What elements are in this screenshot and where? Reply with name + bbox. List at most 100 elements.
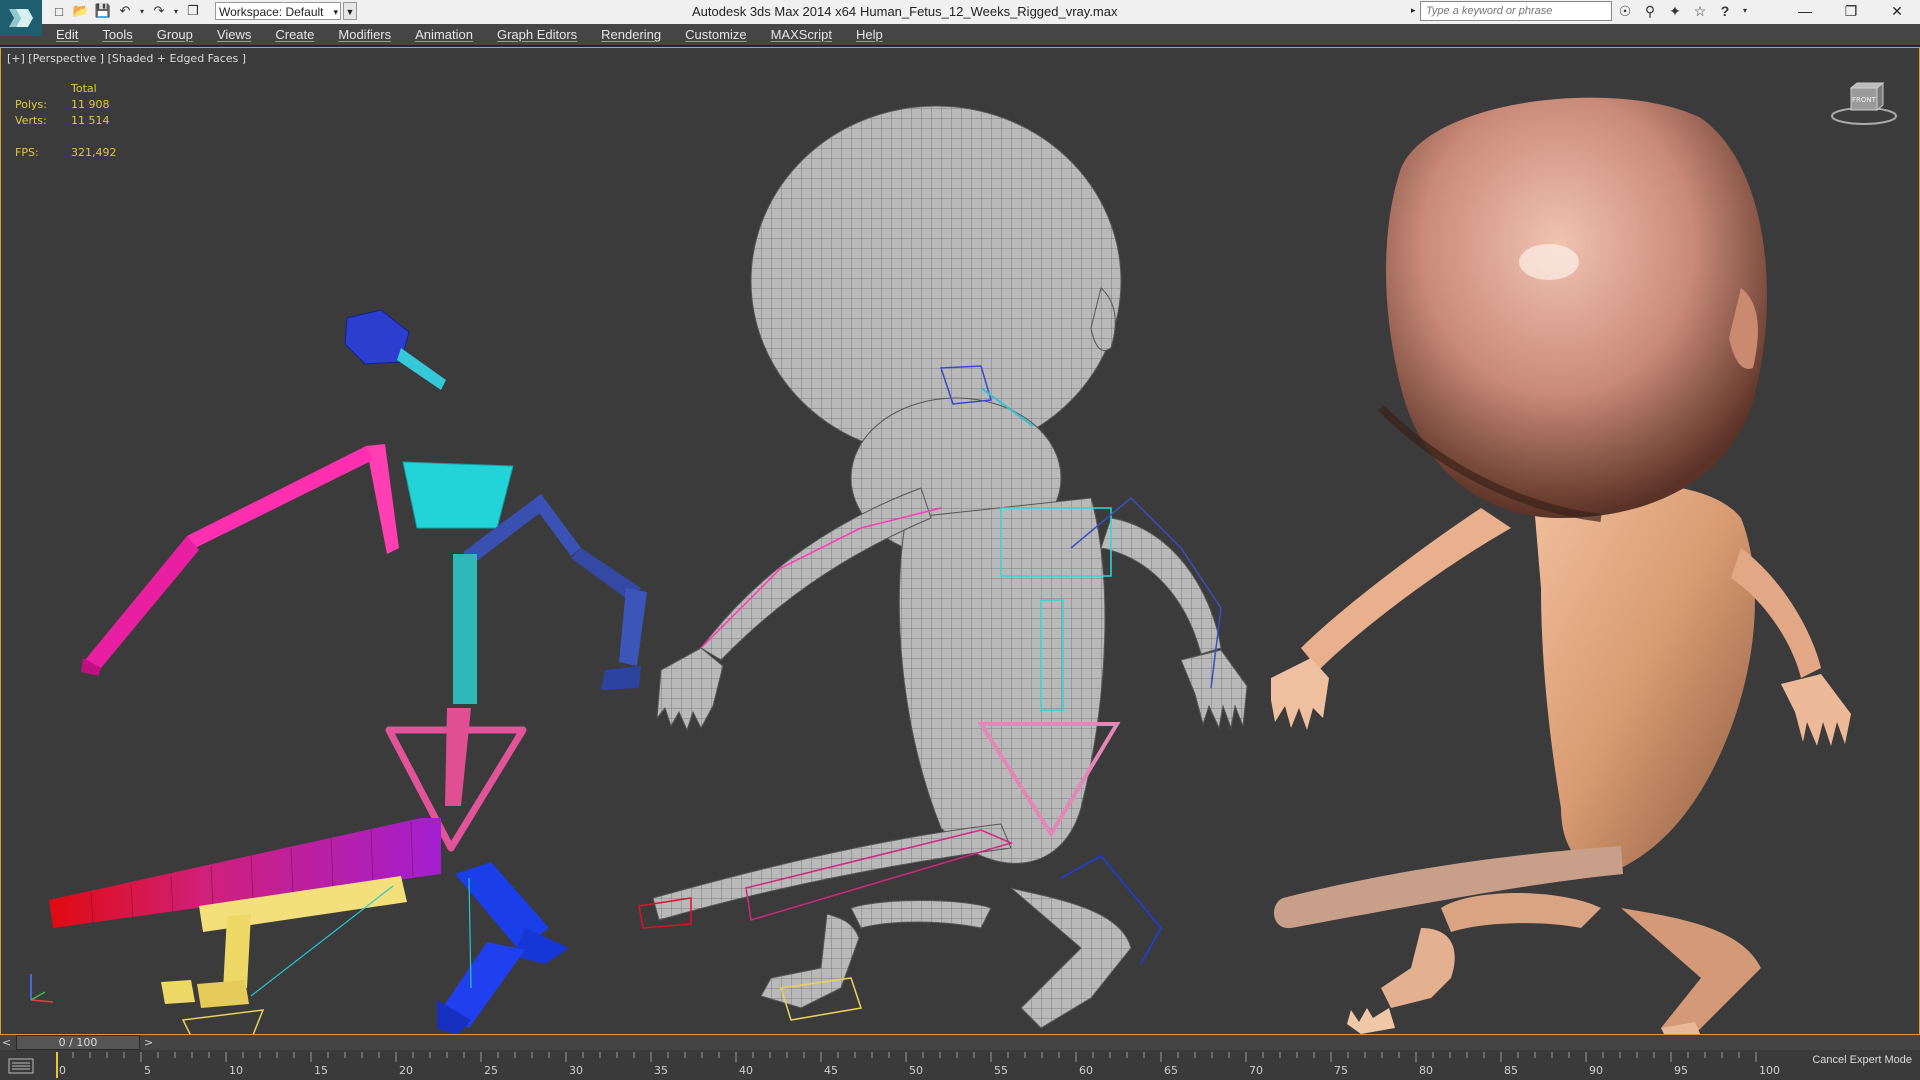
time-next-button[interactable]: > <box>144 1035 156 1050</box>
viewport-statistics: Total Polys: 11 908 Verts: 11 514 FPS: 321,… <box>15 81 117 161</box>
menu-maxscript[interactable]: MAXScript <box>771 27 832 42</box>
timeline-tick-label: 50 <box>909 1064 923 1077</box>
wireframe-thigh-left[interactable] <box>850 900 992 929</box>
new-file-icon[interactable]: □ <box>50 2 68 20</box>
menu-animation[interactable]: Animation <box>415 27 473 42</box>
neck-bone-head[interactable] <box>397 348 446 390</box>
app-logo-button[interactable] <box>0 0 42 36</box>
timeline-tick-label: 20 <box>399 1064 413 1077</box>
current-frame-marker[interactable] <box>56 1052 58 1078</box>
project-folder-icon[interactable]: ❐ <box>184 2 202 20</box>
timeline-tick-label: 75 <box>1334 1064 1348 1077</box>
toe-bone-left[interactable] <box>161 980 195 1004</box>
upper-arm-bone-right[interactable] <box>531 494 581 556</box>
viewcube[interactable]: FRONT <box>1829 78 1899 128</box>
menu-customize[interactable]: Customize <box>685 27 746 42</box>
shaded-hand-left[interactable] <box>1271 658 1329 730</box>
menu-views[interactable]: Views <box>217 27 251 42</box>
binoculars-icon[interactable]: ☉ <box>1616 2 1634 20</box>
minimize-button[interactable]: — <box>1782 0 1828 24</box>
hand-bone-right[interactable] <box>601 666 641 690</box>
wireframe-mesh[interactable] <box>638 105 1248 1034</box>
help-icon[interactable]: ? <box>1716 2 1734 20</box>
title-bar: □ 📂 💾 ↶ ▾ ↷ ▾ ❐ Workspace: Default ▾ ▼ A… <box>0 0 1920 36</box>
polys-label: Polys: <box>15 98 47 111</box>
forearm-bone-left[interactable] <box>187 446 373 550</box>
spine-bone[interactable] <box>453 554 477 704</box>
timeline-tick-label: 85 <box>1504 1064 1518 1077</box>
axis-tripod <box>25 968 65 1011</box>
chest-bone[interactable] <box>402 461 514 529</box>
time-prev-button[interactable]: < <box>2 1035 14 1050</box>
close-button[interactable]: ✕ <box>1874 0 1920 24</box>
axis-tripod-icon <box>30 974 54 1003</box>
shaded-torso[interactable] <box>1531 468 1755 870</box>
shaded-hand-right[interactable] <box>1781 674 1851 746</box>
help-dropdown-icon[interactable]: ▾ <box>1741 2 1749 20</box>
foot-helper-left[interactable] <box>181 1009 265 1034</box>
menu-tools[interactable]: Tools <box>102 27 132 42</box>
redo-icon[interactable]: ↷ <box>150 2 168 20</box>
viewport-scene[interactable] <box>1 48 1919 1034</box>
star-icon[interactable]: ☆ <box>1691 2 1709 20</box>
timeline-tick-label: 70 <box>1249 1064 1263 1077</box>
satellite-icon[interactable]: ✦ <box>1666 2 1684 20</box>
perspective-viewport[interactable]: [+] [Perspective ] [Shaded + Edged Faces… <box>0 47 1920 1035</box>
timeline-tick-label: 15 <box>314 1064 328 1077</box>
menu-help[interactable]: Help <box>856 27 883 42</box>
shin-bone-left[interactable] <box>223 914 251 990</box>
shaded-leg-right[interactable] <box>1621 908 1761 1034</box>
head-highlight <box>1519 244 1579 280</box>
shaded-model[interactable] <box>1271 97 1851 1034</box>
menu-graph-editors[interactable]: Graph Editors <box>497 27 577 42</box>
wireframe-arm-right[interactable] <box>1100 517 1222 655</box>
shaded-leg-left[interactable] <box>1381 928 1455 1008</box>
time-slider[interactable]: 0 / 100 <box>16 1035 140 1050</box>
timeline-tick-label: 45 <box>824 1064 838 1077</box>
mini-curve-editor-icon[interactable] <box>8 1058 34 1074</box>
open-file-icon[interactable]: 📂 <box>72 2 90 20</box>
menu-create[interactable]: Create <box>275 27 314 42</box>
timeline-tick-label: 10 <box>229 1064 243 1077</box>
forearm-bone-right[interactable] <box>619 588 647 666</box>
timeline-tick-label: 80 <box>1419 1064 1433 1077</box>
polys-value: 11 908 <box>71 98 110 111</box>
timeline-tick-label: 100 <box>1759 1064 1780 1077</box>
menu-group[interactable]: Group <box>157 27 193 42</box>
menu-modifiers[interactable]: Modifiers <box>338 27 391 42</box>
expand-search-icon[interactable]: ▸ <box>1411 5 1416 16</box>
menu-bar: Edit Tools Group Views Create Modifiers … <box>0 24 1920 46</box>
customize-quick-access-button[interactable]: ▼ <box>343 2 357 20</box>
bone-rig[interactable] <box>49 309 647 1034</box>
key-icon[interactable]: ⚲ <box>1641 2 1659 20</box>
timeline-tick-label: 55 <box>994 1064 1008 1077</box>
menu-edit[interactable]: Edit <box>56 27 78 42</box>
wireframe-leg-left[interactable] <box>760 913 860 1009</box>
restore-button[interactable]: ❐ <box>1828 0 1874 24</box>
wireframe-arm-left[interactable] <box>700 487 932 661</box>
menu-rendering[interactable]: Rendering <box>601 27 661 42</box>
workspace-dropdown[interactable]: Workspace: Default ▾ <box>215 2 341 20</box>
viewcube-face-label: FRONT <box>1852 96 1877 104</box>
search-input[interactable] <box>1421 2 1611 20</box>
workspace-label: Workspace: Default <box>219 5 324 19</box>
app-title: Autodesk 3ds Max 2014 x64 <box>692 4 857 19</box>
wireframe-torso[interactable] <box>898 497 1106 864</box>
save-icon[interactable]: 💾 <box>94 2 112 20</box>
file-title: Human_Fetus_12_Weeks_Rigged_vray.max <box>860 4 1118 19</box>
spine-lower-bone[interactable] <box>445 708 471 806</box>
timeline-tick-label: 0 <box>59 1064 66 1077</box>
wireframe-hand-left[interactable] <box>656 647 724 732</box>
cancel-expert-mode-button[interactable]: Cancel Expert Mode <box>1812 1054 1912 1066</box>
viewport-label[interactable]: [+] [Perspective ] [Shaded + Edged Faces… <box>7 52 246 65</box>
shaded-arm-left[interactable] <box>1301 508 1511 670</box>
shaded-foot-left[interactable] <box>1347 1008 1395 1034</box>
redo-dropdown-icon[interactable]: ▾ <box>172 2 180 20</box>
wireframe-leg-right[interactable] <box>1010 887 1132 1029</box>
shaded-thigh-left[interactable] <box>1441 893 1601 932</box>
timeline-ruler[interactable]: 0 5 10 15 20 25 30 35 40 45 50 55 60 65 70 75 80 85 90 95 10… <box>56 1050 1796 1080</box>
undo-icon[interactable]: ↶ <box>116 2 134 20</box>
hand-bone-left[interactable] <box>85 536 199 668</box>
undo-dropdown-icon[interactable]: ▾ <box>138 2 146 20</box>
foot-bone-left[interactable] <box>197 980 249 1008</box>
